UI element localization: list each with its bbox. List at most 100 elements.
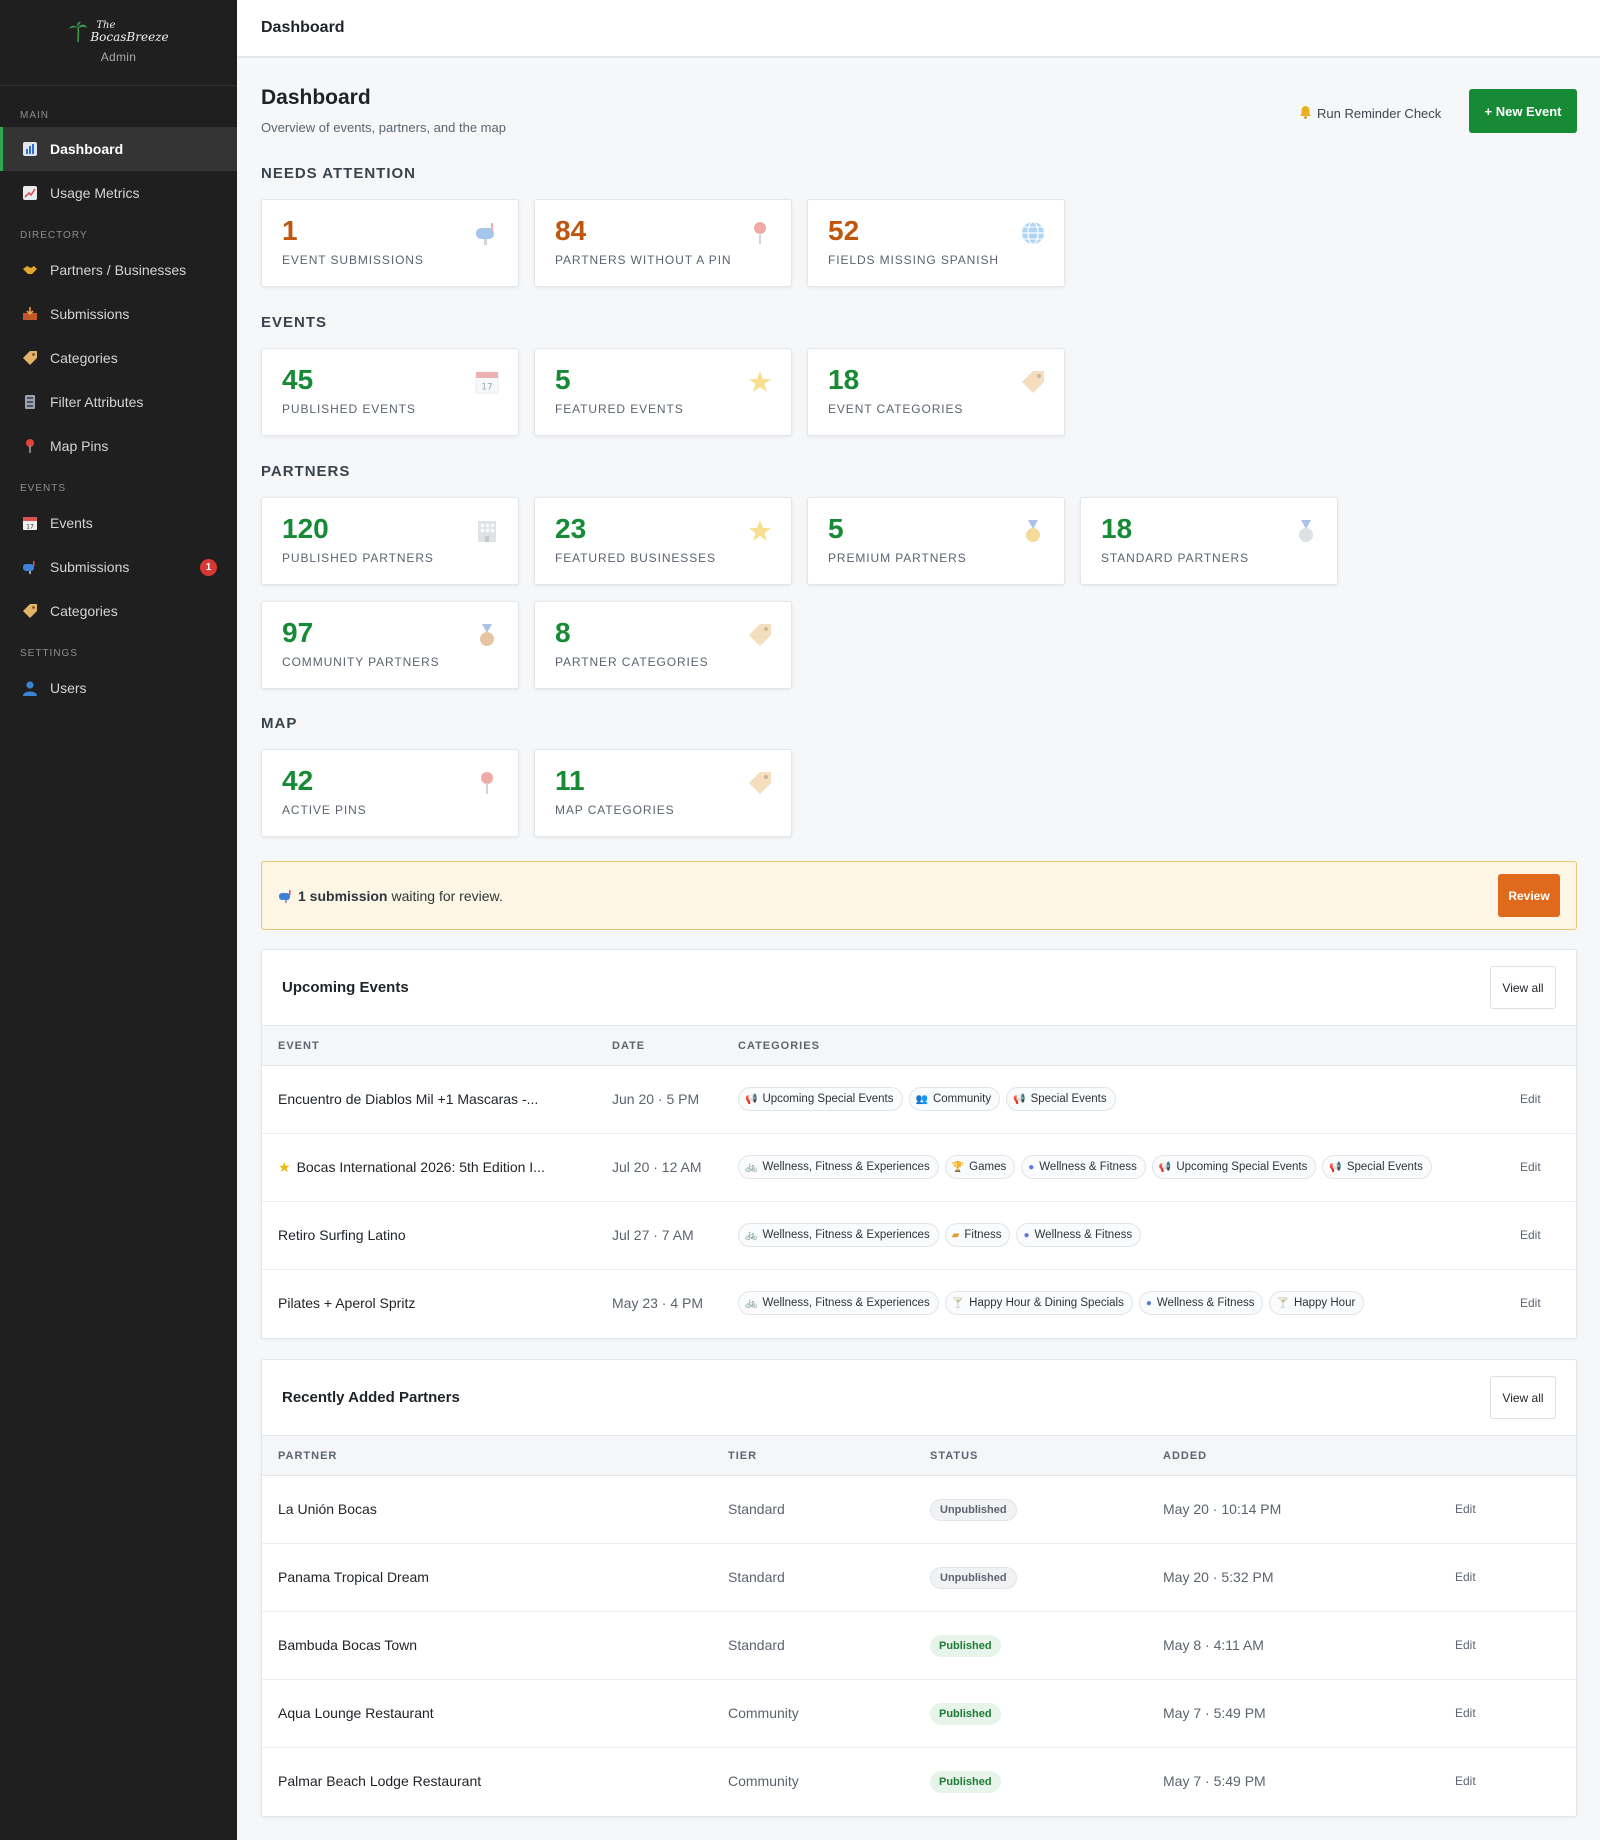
stat-value: 8	[555, 617, 571, 648]
upcoming-events-view-all-button[interactable]: View all	[1490, 966, 1556, 1009]
edit-link[interactable]: Edit	[1520, 1296, 1541, 1310]
stat-standard-partners[interactable]: 18 STANDARD PARTNERS	[1080, 497, 1338, 585]
category-chip: ▰ Fitness	[944, 1223, 1011, 1247]
event-name-wrap[interactable]: ★ Bocas International 2026: 5th Edition I…	[278, 1159, 545, 1176]
sidebar-item-users[interactable]: Users	[0, 666, 237, 710]
table-row: Pilates + Aperol Spritz May 23 · 4 PM 🚲 W…	[262, 1270, 1576, 1338]
logo[interactable]: The BocasBreeze	[68, 21, 169, 43]
table-row: Encuentro de Diablos Mil +1 Mascaras -..…	[262, 1066, 1576, 1134]
stat-fields-missing-spanish[interactable]: 52 FIELDS MISSING SPANISH	[807, 199, 1065, 287]
building-icon	[478, 521, 496, 542]
sidebar-item-events[interactable]: 17 Events	[0, 501, 237, 545]
sidebar-item-event-submissions[interactable]: Submissions 1	[0, 545, 237, 589]
stat-event-submissions[interactable]: 1 EVENT SUBMISSIONS	[261, 199, 519, 287]
review-button[interactable]: Review	[1498, 874, 1560, 917]
sidebar-item-filter-attributes[interactable]: Filter Attributes	[0, 380, 237, 424]
circle-icon: ●	[1145, 1297, 1152, 1309]
banner-text: waiting for review.	[391, 887, 503, 904]
edit-link[interactable]: Edit	[1455, 1570, 1476, 1584]
column-partner: PARTNER	[278, 1450, 338, 1462]
run-reminder-check-label: Run Reminder Check	[1317, 105, 1442, 121]
partner-tier: Community	[728, 1705, 799, 1721]
edit-link[interactable]: Edit	[1455, 1706, 1476, 1720]
partner-tier: Standard	[728, 1569, 785, 1585]
stat-published-events[interactable]: 45 PUBLISHED EVENTS 17	[261, 348, 519, 436]
stat-active-pins[interactable]: 42 ACTIVE PINS	[261, 749, 519, 837]
stat-value: 1	[282, 215, 298, 246]
sidebar-item-label: Categories	[50, 603, 118, 619]
people-icon: 👥	[915, 1093, 928, 1105]
featured-star-icon: ★	[278, 1159, 291, 1175]
event-name[interactable]: Encuentro de Diablos Mil +1 Mascaras -..…	[278, 1091, 538, 1107]
sidebar-item-event-categories[interactable]: Categories	[0, 589, 237, 633]
category-label: Fitness	[964, 1229, 1002, 1241]
edit-link[interactable]: Edit	[1455, 1502, 1476, 1516]
edit-link[interactable]: Edit	[1520, 1228, 1541, 1242]
partner-name[interactable]: Bambuda Bocas Town	[278, 1637, 417, 1653]
partner-name[interactable]: Panama Tropical Dream	[278, 1569, 429, 1585]
upcoming-events-title: Upcoming Events	[282, 979, 409, 996]
stat-label: STANDARD PARTNERS	[1101, 551, 1249, 565]
event-categories: 🚲 Wellness, Fitness & Experiences 🏆 Games …	[738, 1155, 1432, 1179]
event-date: May 23 · 4 PM	[612, 1295, 704, 1311]
handshake-icon	[20, 260, 40, 280]
stat-label: EVENT CATEGORIES	[828, 402, 964, 416]
chart-icon	[20, 139, 40, 159]
new-event-button[interactable]: + New Event	[1469, 89, 1577, 133]
status-badge: Published	[930, 1703, 1001, 1725]
circle-icon: ●	[1028, 1161, 1035, 1173]
stat-featured-businesses[interactable]: 23 FEATURED BUSINESSES	[534, 497, 792, 585]
sidebar-item-label: Partners / Businesses	[50, 262, 187, 278]
stat-label: EVENT SUBMISSIONS	[282, 253, 424, 267]
sidebar-item-usage-metrics[interactable]: Usage Metrics	[0, 171, 237, 215]
stat-premium-partners[interactable]: 5 PREMIUM PARTNERS	[807, 497, 1065, 585]
trend-icon	[20, 183, 40, 203]
recent-partners-table-header: PARTNER TIER STATUS ADDED	[262, 1436, 1576, 1476]
page-subtitle: Overview of events, partners, and the ma…	[261, 120, 506, 135]
stat-published-partners[interactable]: 120 PUBLISHED PARTNERS	[261, 497, 519, 585]
edit-link[interactable]: Edit	[1455, 1638, 1476, 1652]
stat-partner-categories[interactable]: 8 PARTNER CATEGORIES	[534, 601, 792, 689]
sidebar-item-map-pins[interactable]: Map Pins	[0, 424, 237, 468]
submission-review-banner: 1 submission waiting for review. Review	[261, 861, 1577, 930]
category-chip: 📢 Upcoming Special Events	[738, 1087, 903, 1111]
event-name[interactable]: Pilates + Aperol Spritz	[278, 1295, 415, 1311]
sidebar-item-directory-categories[interactable]: Categories	[0, 336, 237, 380]
stat-label: FIELDS MISSING SPANISH	[828, 253, 999, 267]
recent-partners-header: Recently Added Partners View all	[262, 1360, 1576, 1436]
sidebar-item-label: Users	[50, 680, 87, 696]
stat-partners-without-pin[interactable]: 84 PARTNERS WITHOUT A PIN	[534, 199, 792, 287]
table-row: Palmar Beach Lodge Restaurant Community …	[262, 1748, 1576, 1816]
sidebar-item-partners[interactable]: Partners / Businesses	[0, 248, 237, 292]
category-chip: 🚲 Wellness, Fitness & Experiences	[738, 1223, 939, 1247]
sidebar-item-dashboard[interactable]: Dashboard	[0, 127, 237, 171]
brand: The BocasBreeze Admin	[0, 0, 237, 86]
pin-icon	[481, 772, 493, 794]
status-badge: Published	[930, 1771, 1001, 1793]
run-reminder-check-button[interactable]: Run Reminder Check	[1299, 100, 1441, 126]
partner-name[interactable]: Palmar Beach Lodge Restaurant	[278, 1773, 481, 1789]
partner-name[interactable]: La Unión Bocas	[278, 1501, 377, 1517]
partner-tier: Standard	[728, 1637, 785, 1653]
stat-community-partners[interactable]: 97 COMMUNITY PARTNERS	[261, 601, 519, 689]
recent-partners-view-all-button[interactable]: View all	[1490, 1376, 1556, 1419]
category-label: Wellness & Fitness	[1034, 1229, 1133, 1241]
category-label: Wellness & Fitness	[1156, 1297, 1255, 1309]
edit-link[interactable]: Edit	[1520, 1160, 1541, 1174]
sidebar-item-directory-submissions[interactable]: Submissions	[0, 292, 237, 336]
category-chip: ● Wellness & Fitness	[1021, 1155, 1146, 1179]
edit-link[interactable]: Edit	[1520, 1092, 1541, 1106]
stat-value: 5	[828, 513, 844, 544]
stat-value: 5	[555, 364, 571, 395]
section-needs-attention: NEEDS ATTENTION	[261, 165, 417, 182]
stat-event-categories[interactable]: 18 EVENT CATEGORIES	[807, 348, 1065, 436]
event-name[interactable]: Retiro Surfing Latino	[278, 1227, 406, 1243]
stat-value: 97	[282, 617, 314, 648]
edit-link[interactable]: Edit	[1455, 1774, 1476, 1788]
stat-map-categories[interactable]: 11 MAP CATEGORIES	[534, 749, 792, 837]
stat-featured-events[interactable]: 5 FEATURED EVENTS	[534, 348, 792, 436]
bronze-medal-icon	[480, 624, 494, 646]
partner-tier: Standard	[728, 1501, 785, 1517]
stat-label: ACTIVE PINS	[282, 803, 367, 817]
partner-name[interactable]: Aqua Lounge Restaurant	[278, 1705, 434, 1721]
